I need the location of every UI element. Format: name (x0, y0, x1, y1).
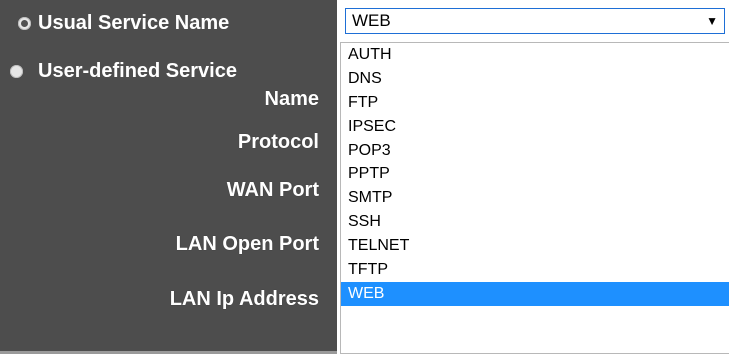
dropdown-option-ftp[interactable]: FTP (341, 91, 729, 115)
user-defined-service-radio[interactable] (10, 65, 23, 78)
port-forwarding-form: Usual Service Name User-defined Service … (0, 0, 729, 354)
dropdown-option-ipsec[interactable]: IPSEC (341, 115, 729, 139)
dropdown-option-ssh[interactable]: SSH (341, 210, 729, 234)
dropdown-option-pop3[interactable]: POP3 (341, 139, 729, 163)
dropdown-option-smtp[interactable]: SMTP (341, 186, 729, 210)
protocol-label: Protocol (237, 131, 319, 153)
user-defined-service-label-line2: Name (264, 88, 319, 110)
chevron-down-icon[interactable]: ▼ (706, 9, 718, 33)
usual-service-label: Usual Service Name (38, 12, 230, 34)
dropdown-option-auth[interactable]: AUTH (341, 43, 729, 67)
dropdown-option-tftp[interactable]: TFTP (341, 258, 729, 282)
dropdown-option-pptp[interactable]: PPTP (341, 162, 729, 186)
dropdown-option-telnet[interactable]: TELNET (341, 234, 729, 258)
service-dropdown-list: AUTH DNS FTP IPSEC POP3 PPTP SMTP SSH TELNET TFTP… (340, 42, 729, 354)
usual-service-radio[interactable] (18, 17, 31, 30)
user-defined-service-option[interactable]: User-defined Service (10, 60, 237, 83)
lan-open-port-label: LAN Open Port (175, 233, 319, 255)
usual-service-option[interactable]: Usual Service Name (18, 12, 229, 35)
service-name-select[interactable]: WEB ▼ (345, 8, 725, 34)
service-select-value: WEB (352, 11, 391, 30)
form-label-panel: Usual Service Name User-defined Service … (0, 0, 337, 354)
wan-port-label: WAN Port (226, 179, 319, 201)
user-defined-service-label: User-defined Service (38, 60, 237, 82)
dropdown-option-dns[interactable]: DNS (341, 67, 729, 91)
lan-ip-address-label: LAN Ip Address (169, 288, 319, 310)
dropdown-option-web[interactable]: WEB (341, 281, 729, 306)
